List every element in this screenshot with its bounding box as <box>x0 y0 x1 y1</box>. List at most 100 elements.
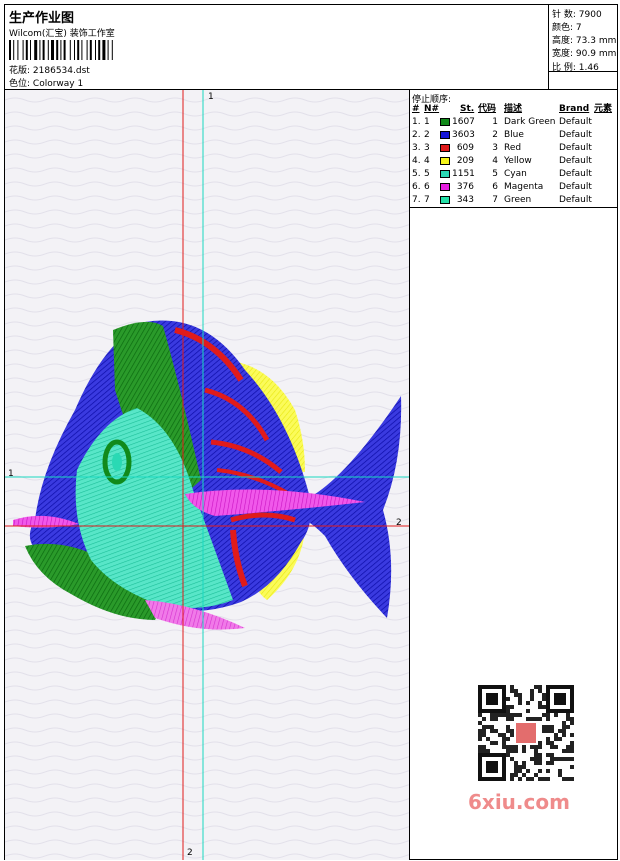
row-brand: Default <box>559 143 592 153</box>
qr-code-image <box>478 685 574 781</box>
qr-module <box>538 741 542 745</box>
row-description: Green <box>504 195 532 205</box>
design-canvas[interactable]: 1 1 2 2 <box>5 90 410 860</box>
qr-module <box>562 733 566 737</box>
table-row[interactable]: 7. 7 343 7 Green Default <box>410 194 617 207</box>
qr-finder-core <box>486 693 498 705</box>
qr-module <box>546 769 550 773</box>
colorway: 色位: Colorway 1 <box>9 76 83 89</box>
row-description: Magenta <box>504 182 544 192</box>
qr-module <box>554 733 558 737</box>
qr-module <box>550 753 554 757</box>
qr-module <box>506 745 510 749</box>
qr-module <box>558 757 562 761</box>
qr-module <box>518 693 522 697</box>
qr-module <box>514 693 518 697</box>
row-index: 1. <box>412 117 421 127</box>
color-swatch <box>440 170 450 178</box>
barcode-bar <box>77 40 80 60</box>
qr-module <box>522 765 526 769</box>
qr-module <box>542 729 546 733</box>
barcode-bar <box>17 40 19 60</box>
qr-module <box>542 725 546 729</box>
qr-module <box>534 773 538 777</box>
qr-module <box>546 713 550 717</box>
row-code: 3 <box>492 143 498 153</box>
qr-module <box>526 701 530 705</box>
qr-module <box>502 733 506 737</box>
qr-finder-core <box>554 693 566 705</box>
qr-module <box>498 733 502 737</box>
qr-module <box>502 737 506 741</box>
qr-module <box>522 745 526 749</box>
qr-module <box>490 741 494 745</box>
qr-module <box>570 749 574 753</box>
qr-module <box>514 761 518 765</box>
qr-module <box>506 725 510 729</box>
qr-module <box>566 777 570 781</box>
site-logo: 6xiu.com <box>468 790 570 814</box>
col-needle: N# <box>424 104 440 114</box>
row-brand: Default <box>559 117 592 127</box>
qr-module <box>554 713 558 717</box>
qr-module <box>530 689 534 693</box>
qr-module <box>566 757 570 761</box>
qr-module <box>490 725 494 729</box>
qr-module <box>530 697 534 701</box>
color-swatch <box>440 144 450 152</box>
table-row[interactable]: 1. 1 1607 1 Dark Green Default <box>410 116 617 129</box>
row-description: Yellow <box>504 156 532 166</box>
guide-label-h2: 2 <box>396 518 402 528</box>
qr-module <box>558 737 562 741</box>
row-code: 1 <box>492 117 498 127</box>
row-brand: Default <box>559 156 592 166</box>
barcode-bar <box>13 40 15 60</box>
col-code: 代码 <box>478 104 497 114</box>
barcode-bar <box>102 40 106 60</box>
table-row[interactable]: 5. 5 1151 5 Cyan Default <box>410 168 617 181</box>
table-row[interactable]: 4. 4 209 4 Yellow Default <box>410 155 617 168</box>
qr-module <box>478 749 482 753</box>
qr-module <box>510 685 514 689</box>
qr-module <box>526 777 530 781</box>
stop-sequence-table: # N# St. 代码 描述 Brand 元素 1. 1 1607 1 Dark Gre… <box>410 103 617 208</box>
qr-module <box>534 757 538 761</box>
row-index: 5. <box>412 169 421 179</box>
qr-module <box>570 757 574 761</box>
qr-module <box>530 693 534 697</box>
table-row[interactable]: 6. 6 376 6 Magenta Default <box>410 181 617 194</box>
design-value: 2186534.dst <box>32 66 90 76</box>
qr-module <box>566 713 570 717</box>
table-row[interactable]: 3. 3 609 3 Red Default <box>410 142 617 155</box>
qr-module <box>530 745 534 749</box>
qr-module <box>538 689 542 693</box>
qr-module <box>502 745 506 749</box>
qr-module <box>478 721 482 725</box>
qr-module <box>546 717 550 721</box>
qr-module <box>554 745 558 749</box>
row-stitches: 376 <box>456 182 474 192</box>
qr-module <box>550 725 554 729</box>
qr-module <box>478 737 482 741</box>
row-index: 7. <box>412 195 421 205</box>
qr-module <box>542 705 546 709</box>
qr-module <box>510 773 514 777</box>
qr-module <box>546 741 550 745</box>
qr-module <box>554 757 558 761</box>
row-brand: Default <box>559 130 592 140</box>
barcode-bar <box>69 40 71 60</box>
qr-module <box>546 725 550 729</box>
barcode <box>9 40 113 60</box>
color-swatch <box>440 196 450 204</box>
barcode-bar <box>25 40 28 60</box>
qr-module <box>494 713 498 717</box>
qr-module <box>506 713 510 717</box>
qr-module <box>550 741 554 745</box>
qr-module <box>546 761 550 765</box>
col-element: 元素 <box>594 104 613 114</box>
table-row[interactable]: 2. 2 3603 2 Blue Default <box>410 129 617 142</box>
qr-module <box>506 753 510 757</box>
barcode-bar <box>81 40 83 60</box>
qr-module <box>482 725 486 729</box>
fish-eye-inner <box>112 453 122 471</box>
